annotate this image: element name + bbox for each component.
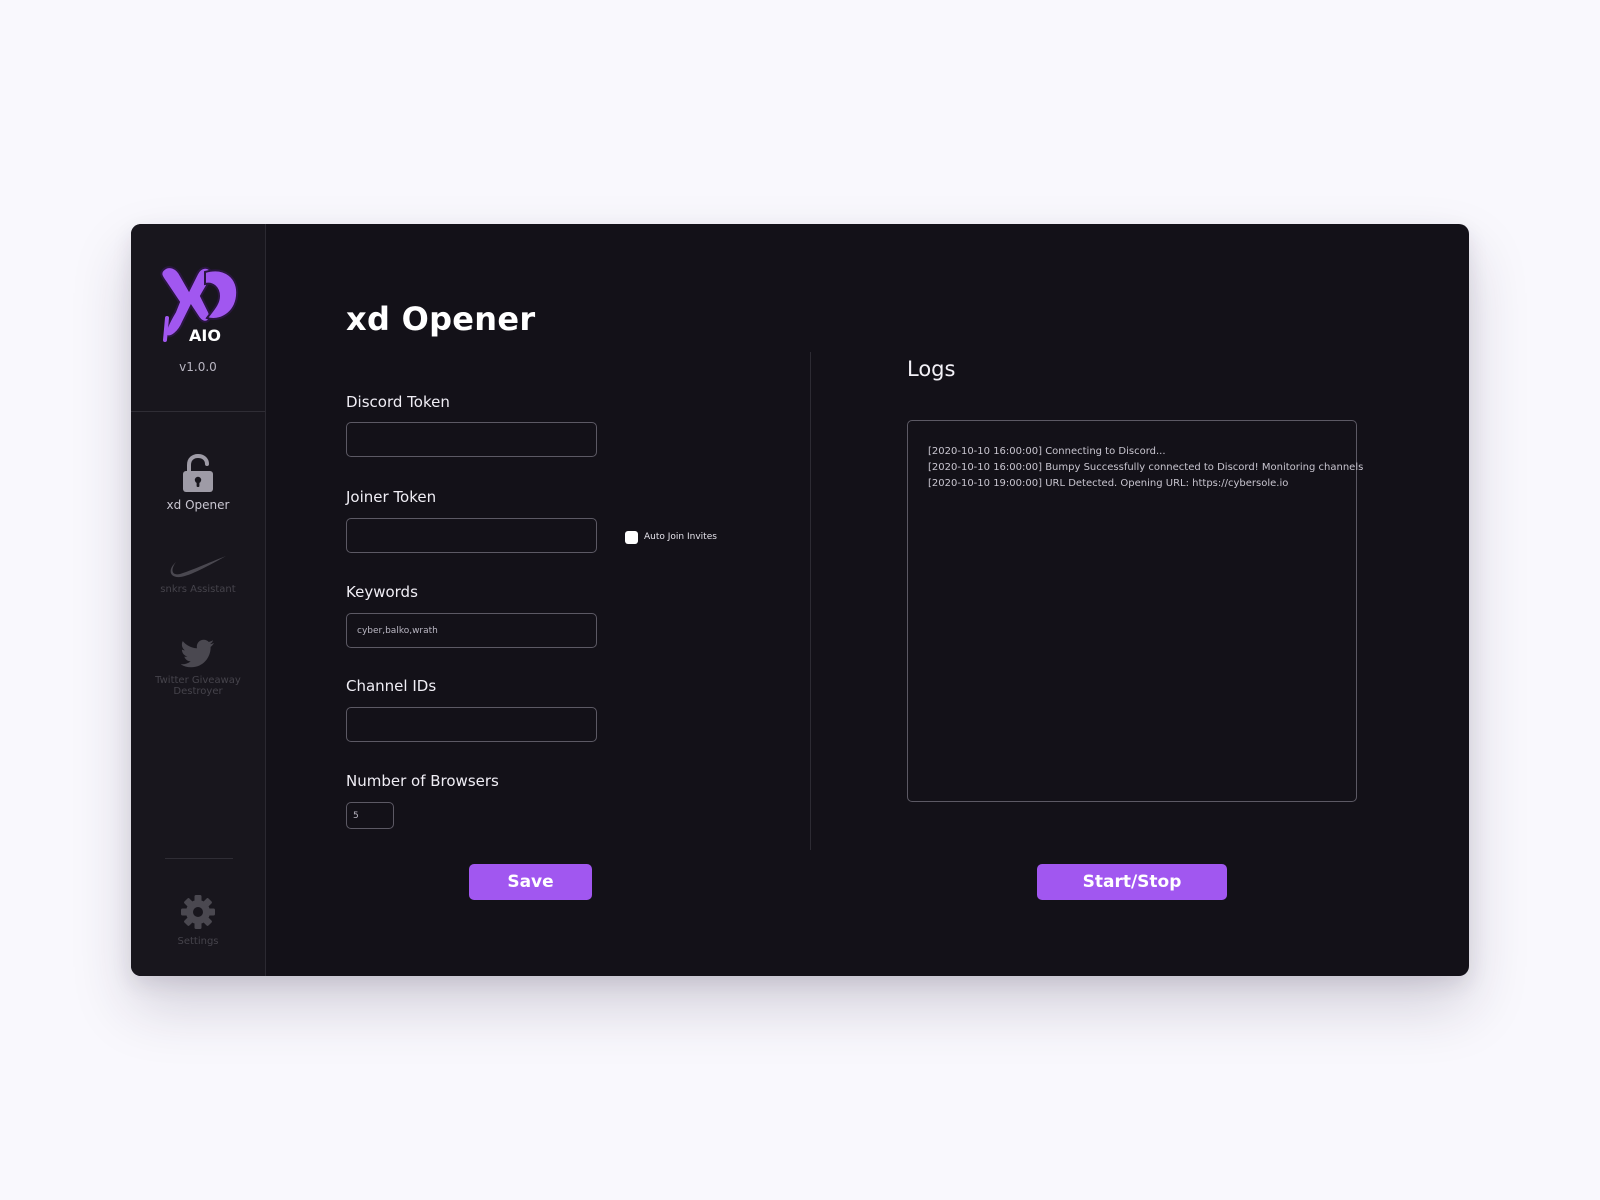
auto-join-invites-label: Auto Join Invites	[644, 532, 717, 542]
page-title: xd Opener	[346, 300, 536, 338]
nike-swoosh-icon	[170, 556, 226, 578]
sidebar-item-label: xd Opener	[166, 498, 230, 512]
auto-join-invites-checkbox[interactable]	[625, 530, 638, 544]
log-line: [2020-10-10 19:00:00] URL Detected. Open…	[928, 478, 1289, 489]
sidebar-divider	[131, 411, 265, 412]
app-window: AIO v1.0.0 xd Opener snkrs Assistant Twi…	[131, 224, 1469, 976]
joiner-token-input[interactable]	[346, 518, 597, 553]
xd-aio-logo: AIO	[159, 262, 239, 345]
log-line: [2020-10-10 16:00:00] Bumpy Successfully…	[928, 462, 1364, 473]
sidebar-item-settings[interactable]: Settings	[131, 894, 265, 947]
start-stop-button[interactable]: Start/Stop	[1037, 864, 1227, 900]
channel-ids-label: Channel IDs	[346, 677, 437, 695]
twitter-bird-icon	[181, 639, 214, 668]
number-of-browsers-label: Number of Browsers	[346, 772, 499, 790]
sidebar-item-label: Settings	[177, 936, 219, 947]
keywords-input[interactable]	[346, 613, 597, 648]
log-line: [2020-10-10 16:00:00] Connecting to Disc…	[928, 446, 1166, 457]
discord-token-label: Discord Token	[346, 393, 450, 411]
logs-title: Logs	[907, 357, 956, 381]
keywords-label: Keywords	[346, 583, 418, 601]
logo-text: AIO	[189, 326, 221, 344]
sidebar-bottom-divider	[165, 858, 233, 859]
number-of-browsers-input[interactable]	[346, 802, 394, 829]
discord-token-input[interactable]	[346, 422, 597, 457]
save-button[interactable]: Save	[469, 864, 592, 900]
sidebar-item-label: Twitter Giveaway Destroyer	[155, 675, 241, 697]
unlock-icon	[183, 454, 213, 492]
logs-panel[interactable]: [2020-10-10 16:00:00] Connecting to Disc…	[907, 420, 1364, 802]
gear-icon	[181, 895, 215, 929]
column-divider	[810, 352, 811, 850]
sidebar: AIO v1.0.0 xd Opener snkrs Assistant Twi…	[131, 224, 266, 976]
auto-join-invites-toggle[interactable]: Auto Join Invites	[625, 529, 717, 545]
sidebar-item-snkrs-assistant[interactable]: snkrs Assistant	[131, 554, 265, 595]
sidebar-item-twitter-giveaway-destroyer[interactable]: Twitter Giveaway Destroyer	[131, 639, 265, 697]
app-version: v1.0.0	[179, 360, 217, 374]
sidebar-item-xd-opener[interactable]: xd Opener	[131, 454, 265, 511]
joiner-token-label: Joiner Token	[346, 488, 437, 506]
sidebar-item-label: snkrs Assistant	[160, 584, 236, 595]
channel-ids-input[interactable]	[346, 707, 597, 742]
